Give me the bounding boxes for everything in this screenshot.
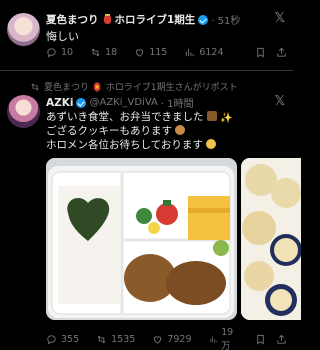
tweet-line-text: あずいき食堂、お弁当できました — [46, 111, 204, 123]
cookie-emoji-icon — [175, 125, 186, 135]
repost-icon — [97, 335, 106, 344]
tweet-text: あずいき食堂、お弁当できました ✨ ござるクッキーもあります ホロメン各位お待ち… — [46, 110, 233, 152]
views-button[interactable]: 19万 — [209, 327, 238, 350]
reply-icon — [47, 48, 56, 58]
tweet-matsuri[interactable]: 夏色まつり ホロライブ1期生 · 51秒 𝕏 悔しい 10 18 115 612… — [0, 0, 293, 70]
author-handle[interactable]: @AZKi_VDiVA — [89, 97, 157, 108]
repost-count: 18 — [105, 47, 118, 58]
share-icon[interactable] — [276, 334, 287, 345]
tweet-time[interactable]: · 1時間 — [161, 95, 194, 110]
author-name[interactable]: 夏色まつり — [46, 12, 99, 27]
like-count: 7929 — [167, 334, 192, 345]
like-button[interactable]: 7929 — [152, 334, 192, 345]
x-logo-icon: 𝕏 — [274, 94, 285, 109]
reply-count: 355 — [61, 334, 80, 345]
tweet-line-text: ホロメン各位お待ちしております — [46, 139, 203, 151]
tweet-actions: 10 18 115 6124 — [46, 47, 287, 58]
timeline-divider — [0, 70, 293, 71]
reply-button[interactable]: 10 — [46, 47, 73, 58]
reply-icon — [47, 335, 56, 345]
tweet-line: ござるクッキーもあります — [46, 124, 230, 138]
reply-button[interactable]: 355 — [46, 334, 79, 345]
bookmark-icon[interactable] — [255, 47, 266, 58]
tweet-line: ホロメン各位お待ちしております — [46, 138, 230, 152]
views-icon — [209, 336, 217, 343]
verified-badge-icon — [198, 14, 209, 25]
like-icon — [154, 336, 162, 344]
sparkles-emoji-icon: ✨ — [220, 113, 233, 124]
views-button[interactable]: 6124 — [184, 47, 224, 58]
tweet-header: 夏色まつり ホロライブ1期生 · 51秒 — [46, 12, 293, 27]
bento-photo[interactable] — [46, 158, 237, 320]
share-icon[interactable] — [276, 47, 287, 58]
tweet-text: 悔しい — [46, 30, 79, 43]
avatar-matsuri[interactable] — [7, 13, 40, 46]
media-gallery — [46, 158, 301, 320]
like-icon — [136, 49, 144, 57]
like-count: 115 — [149, 47, 168, 58]
tweet-header: AZKi @AZKi_VDiVA · 1時間 — [46, 95, 293, 111]
verified-badge-icon — [76, 97, 87, 108]
tweet-actions-end — [255, 334, 287, 345]
author-name[interactable]: AZKi — [46, 97, 73, 109]
bento-photo-art — [46, 158, 237, 320]
views-icon — [186, 48, 194, 57]
repost-count: 1535 — [111, 334, 136, 345]
repost-button[interactable]: 18 — [90, 47, 117, 58]
cookie-photo[interactable] — [241, 158, 301, 320]
like-button[interactable]: 115 — [134, 47, 167, 58]
views-count: 6124 — [199, 47, 224, 58]
avatar-azki[interactable] — [7, 95, 40, 128]
repost-button[interactable]: 1535 — [96, 334, 135, 345]
cookie-photo-art — [241, 158, 301, 320]
raised-hands-emoji-icon — [206, 139, 217, 149]
bookmark-icon[interactable] — [255, 334, 266, 345]
x-logo-icon: 𝕏 — [274, 11, 285, 26]
tweet-actions: 355 1535 7929 19万 — [46, 327, 287, 350]
repost-icon — [91, 48, 100, 57]
tweet-line-text: ござるクッキーもあります — [46, 125, 172, 137]
tweet-actions-end — [255, 47, 287, 58]
tweet-line: あずいき食堂、お弁当できました ✨ — [46, 110, 233, 124]
reply-count: 10 — [61, 47, 74, 58]
tweet-time[interactable]: · 51秒 — [211, 12, 240, 27]
author-group: ホロライブ1期生 — [114, 14, 196, 26]
views-count: 19万 — [221, 327, 234, 350]
lantern-icon — [103, 14, 111, 24]
bento-emoji-icon — [206, 111, 217, 121]
